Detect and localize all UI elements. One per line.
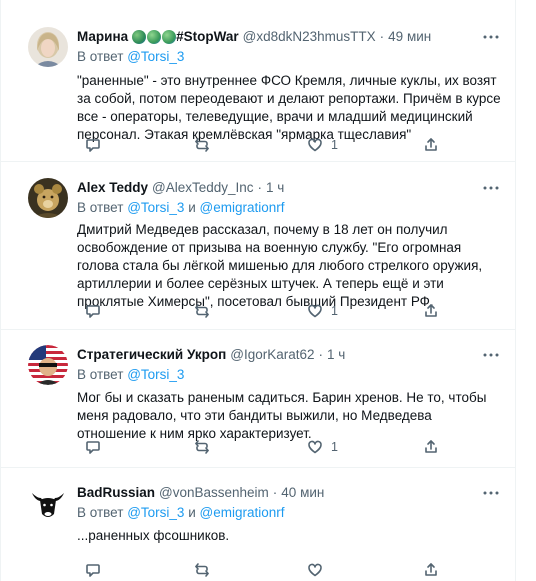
more-options-button[interactable] [481,346,501,364]
retweet-button[interactable] [194,303,210,319]
globe-emoji-icon [132,30,147,44]
tweet-timeline: Марина #StopWar @xd8dkN23hmusTTX · 49 ми… [0,0,516,581]
reply-icon [86,441,100,454]
retweet-icon [195,304,209,318]
tweet-text: Дмитрий Медведев рассказал, почему в 18 … [77,222,486,309]
like-button[interactable]: 1 [307,137,338,153]
avatar-image [28,27,68,67]
avatar[interactable] [28,484,68,524]
avatar[interactable] [28,345,68,385]
reply-context: В ответ @Torsi_3 и @emigrationrf [77,504,503,522]
more-icon [483,35,499,39]
tweet[interactable]: BadRussian @vonBassenheim · 40 мин В отв… [1,468,515,581]
reply-conjunction: и [188,200,196,215]
reply-context: В ответ @Torsi_3 и @emigrationrf [77,199,503,217]
mention-link[interactable]: @Torsi_3 [127,367,184,382]
tweet[interactable]: Марина #StopWar @xd8dkN23hmusTTX · 49 ми… [1,0,515,162]
share-icon [425,440,437,453]
separator-dot: · [257,180,263,195]
author-handle[interactable]: @vonBassenheim [159,484,269,502]
more-icon [483,186,499,190]
tweet[interactable]: Alex Teddy @AlexTeddy_Inc · 1 ч В ответ … [1,162,515,330]
avatar[interactable] [28,178,68,218]
retweet-icon [195,138,209,152]
mention-link[interactable]: @Torsi_3 [127,49,184,64]
share-button[interactable] [423,562,439,578]
tweet-text: "раненные" - это внутреннее ФСО Кремля, … [77,73,505,142]
mention-link[interactable]: @emigrationrf [200,200,285,215]
heart-icon [308,304,322,318]
retweet-button[interactable] [194,562,210,578]
more-icon [483,353,499,357]
avatar-image [28,345,68,385]
retweet-icon [195,440,209,454]
like-button[interactable]: 1 [307,439,338,455]
reply-button[interactable] [85,439,101,455]
reply-prefix: В ответ [77,367,124,382]
like-count: 1 [331,304,338,318]
timestamp[interactable]: 1 ч [327,346,345,364]
retweet-icon [195,563,209,577]
timestamp[interactable]: 49 мин [388,28,431,46]
reply-prefix: В ответ [77,505,124,520]
author-handle[interactable]: @IgorKarat62 [230,346,314,364]
reply-prefix: В ответ [77,49,124,64]
heart-icon [308,440,322,454]
avatar[interactable] [28,27,68,67]
heart-icon [308,138,322,152]
retweet-button[interactable] [194,439,210,455]
more-options-button[interactable] [481,484,501,502]
author-handle[interactable]: @xd8dkN23hmusTTX [243,28,376,46]
share-icon [425,138,437,151]
like-count: 1 [331,440,338,454]
like-button[interactable] [307,562,323,578]
avatar-image [28,178,68,218]
reply-context: В ответ @Torsi_3 [77,48,503,66]
more-options-button[interactable] [481,179,501,197]
reply-icon [86,564,100,577]
mention-link[interactable]: @Torsi_3 [127,505,184,520]
timestamp[interactable]: 40 мин [281,484,324,502]
globe-emoji-icon [162,30,177,44]
avatar-image [28,484,68,524]
separator-dot: · [318,347,323,362]
reply-icon [86,139,100,152]
reply-icon [86,305,100,318]
reply-button[interactable] [85,562,101,578]
more-icon [483,491,499,495]
more-options-button[interactable] [481,28,501,46]
reply-button[interactable] [85,137,101,153]
mention-link[interactable]: @emigrationrf [200,505,285,520]
reply-prefix: В ответ [77,200,124,215]
author-handle[interactable]: @AlexTeddy_Inc [152,179,254,197]
retweet-button[interactable] [194,137,210,153]
like-count: 1 [331,138,338,152]
share-button[interactable] [423,439,439,455]
like-button[interactable]: 1 [307,303,338,319]
heart-icon [308,563,322,577]
globe-emoji-icon [147,30,162,44]
mention-link[interactable]: @Torsi_3 [127,200,184,215]
timestamp[interactable]: 1 ч [266,179,284,197]
author-name[interactable]: Alex Teddy [77,179,148,197]
author-name[interactable]: BadRussian [77,484,155,502]
separator-dot: · [272,485,278,500]
tweet-text: ...раненных фсошников. [77,528,230,543]
reply-button[interactable] [85,303,101,319]
author-name-hashtag[interactable]: #StopWar [176,28,239,46]
share-button[interactable] [423,303,439,319]
separator-dot: · [379,29,385,44]
author-name[interactable]: Марина [77,28,128,46]
share-icon [425,304,437,317]
reply-conjunction: и [188,505,196,520]
share-icon [425,563,437,576]
tweet-text: Мог бы и сказать раненым садиться. Барин… [77,390,491,441]
author-name[interactable]: Стратегический Укроп [77,346,226,364]
tweet[interactable]: Стратегический Укроп @IgorKarat62 · 1 ч … [1,330,515,468]
share-button[interactable] [423,137,439,153]
reply-context: В ответ @Torsi_3 [77,366,503,384]
